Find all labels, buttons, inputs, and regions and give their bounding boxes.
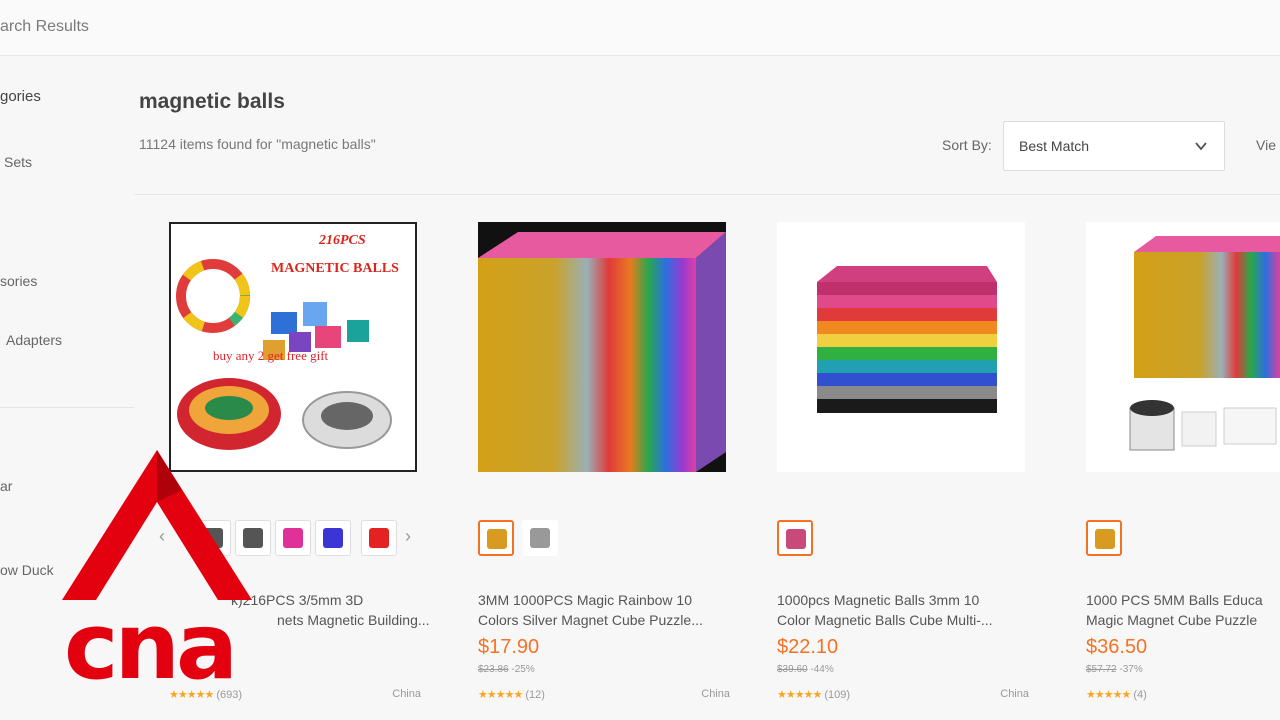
product-image-graphic: 216PCS MAGNETIC BALLS buy any 2 get free… — [176, 233, 399, 450]
product-card[interactable]: 1000pcs Magnetic Balls 3mm 10 Color Magn… — [777, 222, 1047, 718]
product-name[interactable]: 1000pcs Magnetic Balls 3mm 10 Color Magn… — [777, 590, 1039, 630]
chevron-right-icon[interactable]: › — [405, 526, 411, 547]
sidebar-item-accessories[interactable]: sories — [0, 273, 37, 289]
sidebar-item-sets[interactable]: Sets — [4, 154, 32, 170]
sort-value: Best Match — [1019, 138, 1090, 154]
sidebar-item-ar[interactable]: ar — [0, 478, 12, 494]
rating-stars: ★★★★★ (109) — [777, 689, 850, 701]
product-image[interactable]: 216PCS MAGNETIC BALLS buy any 2 get free… — [169, 222, 417, 472]
image-text-promo: buy any 2 get free gift — [213, 348, 329, 363]
variant-thumb[interactable] — [478, 520, 514, 556]
product-location: China — [701, 688, 730, 700]
rating-count: (4) — [1133, 689, 1147, 701]
product-name[interactable]: 1000 PCS 5MM Balls Educa Magic Magnet Cu… — [1086, 590, 1280, 630]
product-price: $17.90 — [478, 636, 540, 658]
original-price: $39.60 -44% — [777, 664, 834, 675]
sidebar-item-adapters[interactable]: Adapters — [6, 332, 62, 348]
original-price: $57.72 -37% — [1086, 664, 1143, 675]
page-title: magnetic balls — [139, 90, 285, 113]
variant-thumb[interactable] — [361, 520, 397, 556]
sidebar-divider — [0, 407, 134, 408]
results-count: 11124 items found for "magnetic balls" — [139, 136, 376, 152]
logo-text: cna — [64, 593, 234, 700]
product-price: $22.10 — [777, 636, 839, 658]
product-image[interactable] — [1086, 222, 1280, 472]
sidebar-item-duck[interactable]: ow Duck — [0, 562, 54, 578]
product-image-graphic — [817, 266, 997, 413]
product-location: China — [392, 688, 421, 700]
rating-stars: ★★★★★ (12) — [478, 689, 545, 701]
sort-label: Sort By: — [942, 137, 992, 153]
top-bar: arch Results — [0, 0, 1280, 56]
rating-stars: ★★★★★ (4) — [1086, 689, 1147, 701]
product-image[interactable] — [777, 222, 1025, 472]
view-toggle-label[interactable]: Vie — [1256, 137, 1276, 153]
sort-dropdown[interactable]: Best Match — [1003, 121, 1225, 171]
cna-logo: cna — [62, 450, 252, 700]
variant-thumb[interactable] — [315, 520, 351, 556]
image-text-title: MAGNETIC BALLS — [271, 261, 399, 276]
variant-thumb[interactable] — [1086, 520, 1122, 556]
variant-thumb[interactable] — [275, 520, 311, 556]
main-content: magnetic balls 11124 items found for "ma… — [134, 56, 1280, 720]
header-divider — [134, 194, 1280, 195]
variant-thumb[interactable] — [522, 520, 558, 556]
product-location: China — [1000, 688, 1029, 700]
breadcrumb[interactable]: arch Results — [0, 18, 89, 36]
image-text-count: 216PCS — [318, 233, 366, 248]
sidebar-categories-heading: gories — [0, 88, 41, 105]
product-card[interactable]: 3MM 1000PCS Magic Rainbow 10 Colors Silv… — [478, 222, 748, 718]
product-image-graphic — [478, 232, 726, 472]
product-image[interactable] — [478, 222, 726, 472]
rating-count: (109) — [824, 689, 850, 701]
chevron-down-icon — [1195, 142, 1207, 151]
product-price: $36.50 — [1086, 636, 1148, 658]
product-image-graphic — [1129, 236, 1280, 451]
original-price: $23.86 -25% — [478, 664, 535, 675]
variant-thumb[interactable] — [777, 520, 813, 556]
product-name[interactable]: 3MM 1000PCS Magic Rainbow 10 Colors Silv… — [478, 590, 740, 630]
product-card[interactable]: 1000 PCS 5MM Balls Educa Magic Magnet Cu… — [1086, 222, 1280, 718]
rating-count: (12) — [525, 689, 545, 701]
